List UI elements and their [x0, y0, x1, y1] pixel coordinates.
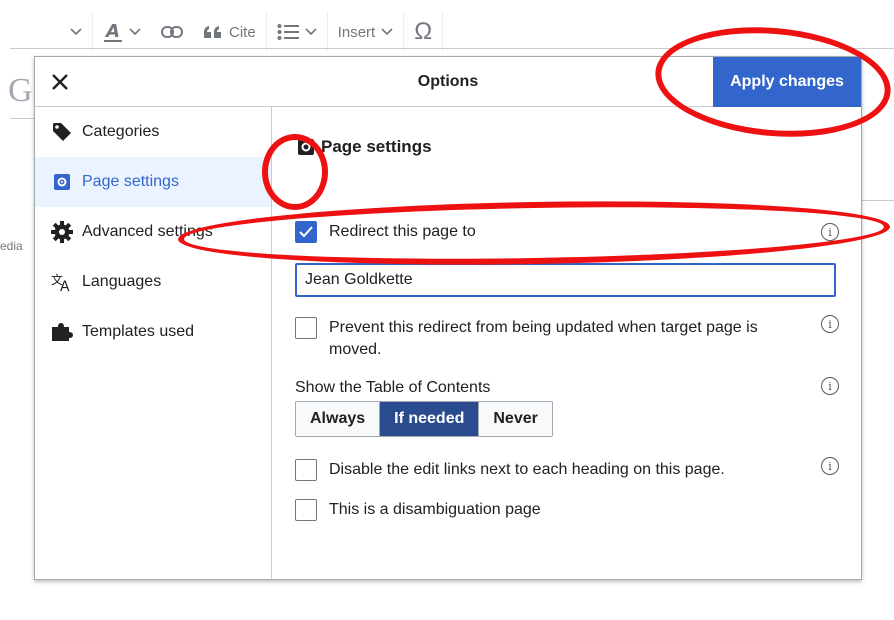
chevron-down-icon: [305, 28, 317, 36]
page-settings-panel: Page settings Redirect this page to i Pr…: [273, 107, 861, 579]
sidebar-item-advanced-settings[interactable]: Advanced settings: [35, 207, 271, 257]
insert-label: Insert: [337, 23, 376, 41]
sidebar-item-languages[interactable]: 文 A Languages: [35, 257, 271, 307]
omega-icon: Ω: [414, 18, 433, 45]
info-icon[interactable]: i: [821, 223, 839, 241]
sidebar-item-label: Advanced settings: [82, 223, 213, 240]
cite-button[interactable]: Cite: [193, 12, 266, 52]
prevent-redirect-label: Prevent this redirect from being updated…: [329, 319, 758, 358]
sidebar-item-label: Page settings: [82, 173, 179, 190]
toolbar-separator: [442, 12, 444, 52]
redirect-checkbox[interactable]: [295, 221, 317, 243]
disable-edit-links-label: Disable the edit links next to each head…: [329, 461, 725, 478]
redirect-option: Redirect this page to: [295, 221, 476, 243]
section-heading: Page settings: [297, 137, 432, 157]
disable-edit-links-checkbox[interactable]: [295, 459, 317, 481]
page-title-fragment: G: [8, 72, 33, 109]
toc-option-always[interactable]: Always: [296, 402, 381, 436]
disambiguation-option: This is a disambiguation page: [295, 499, 541, 521]
chevron-down-icon: [381, 28, 393, 36]
list-button[interactable]: [267, 12, 327, 52]
style-dropdown-button[interactable]: [60, 12, 92, 52]
sidebar-item-categories[interactable]: Categories: [35, 107, 271, 157]
link-icon: [161, 26, 183, 38]
svg-text:A: A: [60, 279, 70, 292]
dialog-header: Options Apply changes: [35, 57, 861, 107]
svg-text:A: A: [104, 21, 120, 42]
info-icon[interactable]: i: [821, 377, 839, 395]
tag-icon: [51, 122, 73, 142]
toc-toggle-group: Always If needed Never: [295, 401, 553, 437]
section-heading-text: Page settings: [321, 137, 432, 156]
editor-toolbar: A Cite Insert Ω: [60, 12, 444, 52]
disambiguation-checkbox[interactable]: [295, 499, 317, 521]
toc-label: Show the Table of Contents: [295, 379, 491, 396]
prevent-redirect-checkbox[interactable]: [295, 317, 317, 339]
sidebar-item-label: Templates used: [82, 323, 195, 340]
background-text-fragment: edia: [0, 239, 23, 253]
link-button[interactable]: [151, 12, 193, 52]
toc-option-if-needed[interactable]: If needed: [380, 402, 480, 436]
page-settings-heading-icon: [298, 139, 314, 155]
language-icon: 文 A: [51, 272, 73, 292]
options-sidebar: Categories Page settings Advanced settin…: [35, 107, 272, 579]
redirect-label: Redirect this page to: [329, 223, 476, 240]
checkmark-icon: [299, 226, 313, 238]
info-icon[interactable]: i: [821, 457, 839, 475]
disable-edit-links-option: Disable the edit links next to each head…: [295, 459, 725, 481]
chevron-down-icon: [129, 28, 141, 36]
cite-label: Cite: [229, 23, 256, 41]
sidebar-item-templates-used[interactable]: Templates used: [35, 307, 271, 357]
chevron-down-icon: [70, 28, 82, 36]
content-divider: [860, 200, 894, 201]
info-icon[interactable]: i: [821, 315, 839, 333]
prevent-redirect-option: Prevent this redirect from being updated…: [295, 317, 758, 361]
redirect-target-input[interactable]: [295, 263, 836, 297]
options-dialog: Options Apply changes Categories Page se…: [34, 56, 862, 580]
sidebar-item-label: Categories: [82, 123, 160, 140]
apply-changes-button[interactable]: Apply changes: [713, 57, 861, 107]
gear-icon: [51, 221, 73, 243]
sidebar-item-label: Languages: [82, 273, 162, 290]
sidebar-item-page-settings[interactable]: Page settings: [35, 157, 271, 207]
insert-button[interactable]: Insert: [328, 12, 404, 52]
puzzle-icon: [51, 323, 73, 341]
special-character-button[interactable]: Ω: [404, 12, 442, 52]
toolbar-divider: [10, 48, 894, 49]
toc-option-never[interactable]: Never: [479, 402, 552, 436]
text-color-icon: A: [104, 21, 122, 42]
disambiguation-label: This is a disambiguation page: [329, 501, 541, 518]
page-settings-icon: [51, 173, 73, 191]
bullet-list-icon: [277, 24, 299, 40]
text-style-button[interactable]: A: [93, 12, 151, 52]
quote-icon: [204, 26, 221, 38]
